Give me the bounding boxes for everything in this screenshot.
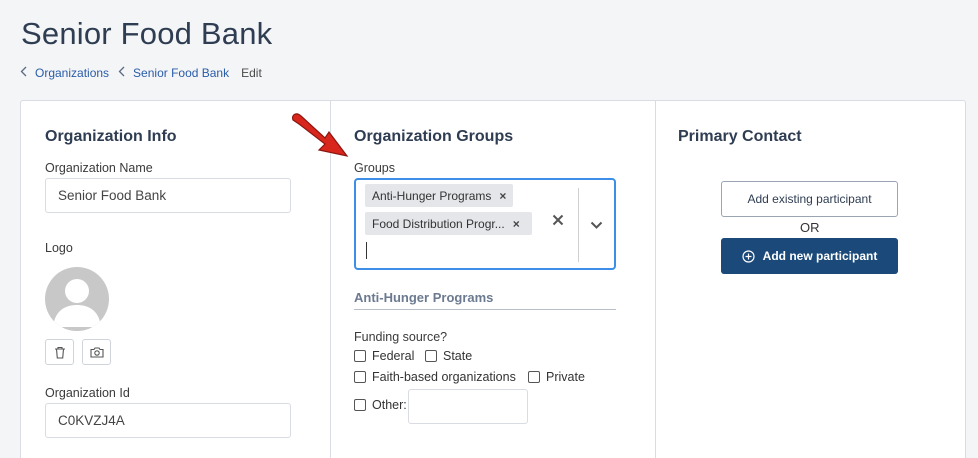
organization-groups-title: Organization Groups (354, 128, 514, 145)
checkbox[interactable] (425, 350, 437, 362)
chevron-left-icon (118, 66, 125, 80)
checkbox[interactable] (354, 371, 366, 383)
organization-name-input[interactable]: Senior Food Bank (45, 178, 291, 213)
breadcrumb: Organizations Senior Food Bank Edit (20, 66, 262, 80)
organization-id-input[interactable]: C0KVZJ4A (45, 403, 291, 438)
plus-circle-icon (742, 249, 755, 263)
page-title: Senior Food Bank (21, 16, 273, 51)
groups-label: Groups (354, 161, 395, 175)
avatar (45, 267, 109, 331)
remove-chip-icon[interactable]: × (499, 189, 506, 203)
breadcrumb-link[interactable]: Organizations (35, 66, 109, 80)
breadcrumb-current: Edit (241, 66, 262, 80)
group-chip-label: Food Distribution Progr... (372, 216, 505, 231)
checkbox-other[interactable]: Other: (354, 398, 407, 412)
checkbox[interactable] (354, 399, 366, 411)
organization-info-title: Organization Info (45, 128, 177, 145)
checkbox-federal[interactable]: Federal (354, 349, 414, 363)
group-chip: Food Distribution Progr... × (365, 212, 532, 235)
checkbox[interactable] (354, 350, 366, 362)
trash-icon (54, 346, 65, 359)
organization-id-label: Organization Id (45, 386, 130, 400)
group-chip-label: Anti-Hunger Programs (372, 188, 492, 203)
checkbox-private[interactable]: Private (528, 370, 585, 384)
clear-all-icon[interactable] (552, 213, 564, 231)
other-funding-input[interactable] (408, 389, 528, 424)
camera-icon (89, 347, 104, 358)
red-arrow-annotation (292, 113, 349, 157)
checkbox-state[interactable]: State (425, 349, 472, 363)
chevron-left-icon (20, 66, 27, 80)
add-new-participant-label: Add new participant (762, 249, 878, 263)
user-placeholder-icon (53, 279, 101, 327)
chevron-down-icon[interactable] (590, 217, 603, 235)
groups-multiselect[interactable]: Anti-Hunger Programs × Food Distribution… (354, 178, 616, 270)
add-existing-participant-button[interactable]: Add existing participant (721, 181, 898, 217)
select-separator (578, 188, 579, 262)
anti-hunger-programs-heading: Anti-Hunger Programs (354, 290, 616, 310)
breadcrumb-item-senior-food-bank[interactable]: Senior Food Bank (118, 66, 238, 80)
or-separator: OR (800, 220, 820, 235)
checkbox[interactable] (528, 371, 540, 383)
checkbox-faith-based[interactable]: Faith-based organizations (354, 370, 516, 384)
breadcrumb-item-organizations[interactable]: Organizations (20, 66, 118, 80)
group-chip: Anti-Hunger Programs × (365, 184, 513, 207)
organization-name-label: Organization Name (45, 161, 153, 175)
breadcrumb-link[interactable]: Senior Food Bank (133, 66, 229, 80)
add-new-participant-button[interactable]: Add new participant (721, 238, 898, 274)
funding-source-label: Funding source? (354, 330, 448, 344)
remove-chip-icon[interactable]: × (513, 217, 520, 231)
delete-logo-button[interactable] (45, 339, 74, 365)
text-caret (366, 242, 367, 259)
upload-logo-button[interactable] (82, 339, 111, 365)
column-divider (655, 101, 656, 458)
edit-organization-card: Organization Info Organization Name Seni… (20, 100, 966, 458)
logo-label: Logo (45, 241, 73, 255)
primary-contact-title: Primary Contact (678, 128, 802, 145)
